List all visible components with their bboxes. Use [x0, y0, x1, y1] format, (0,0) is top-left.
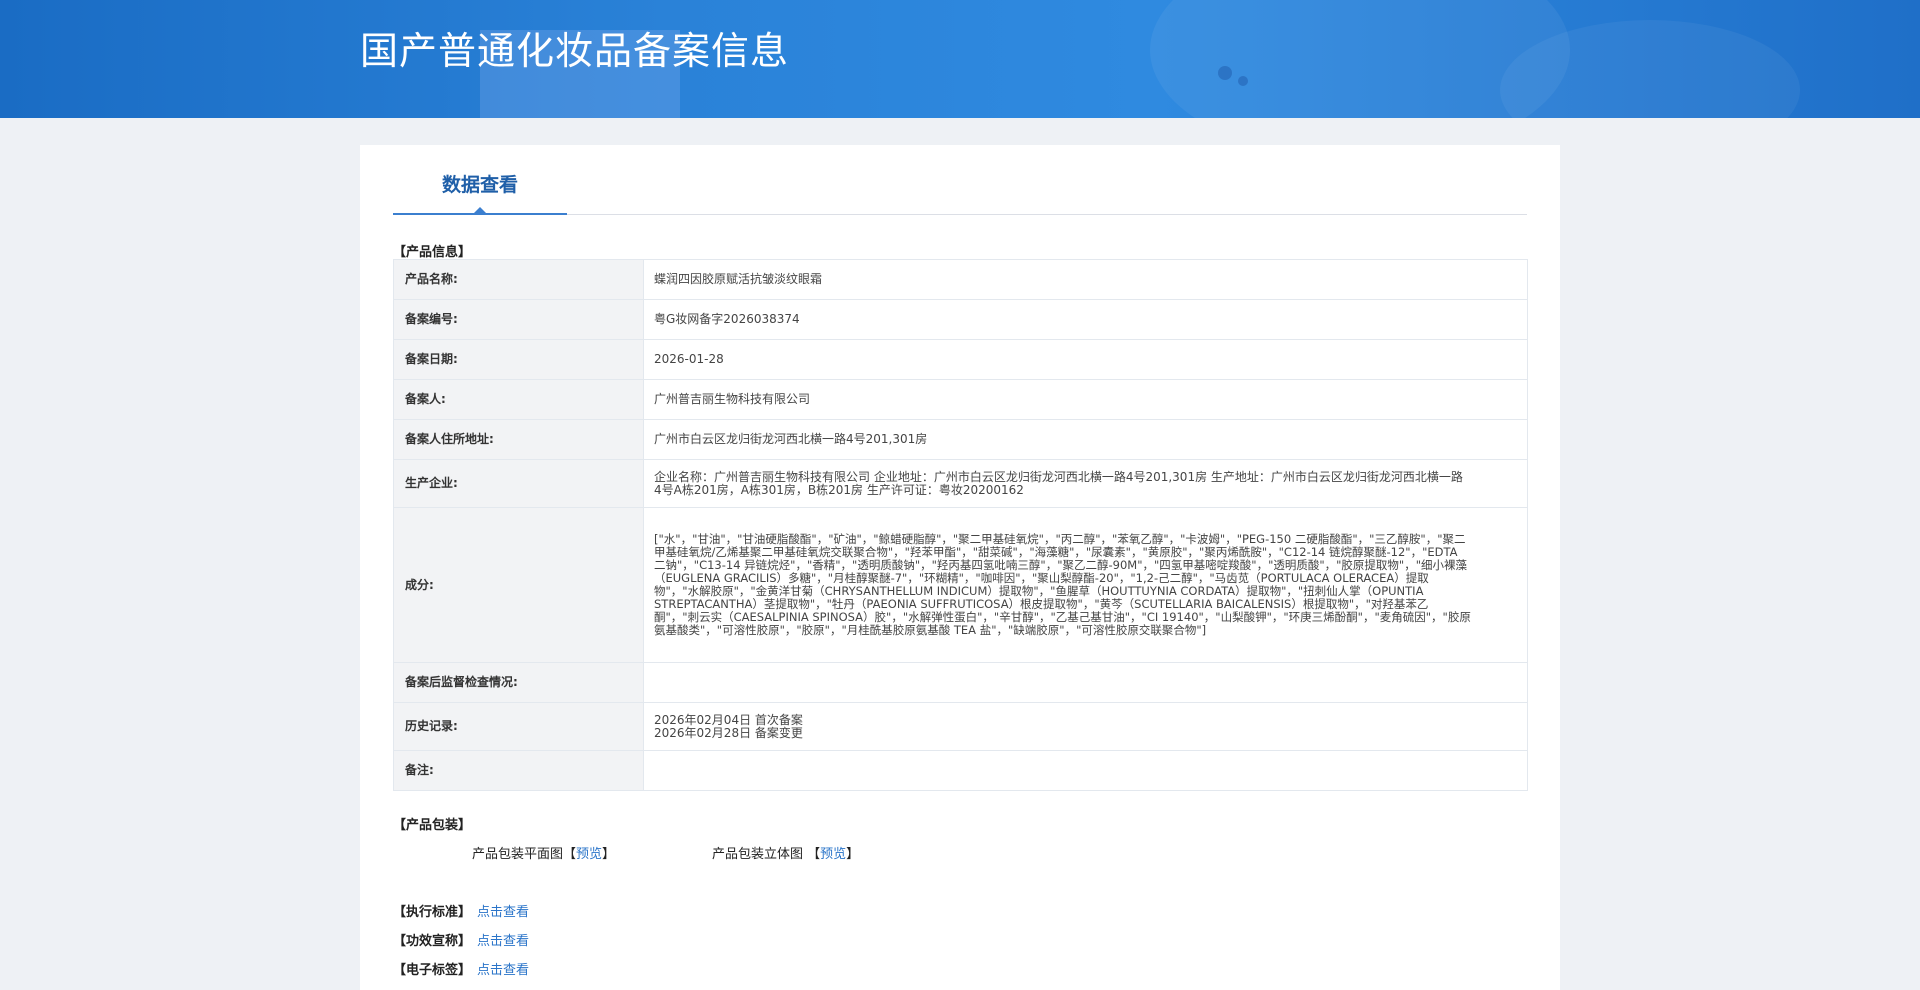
- electronic-label-link[interactable]: 点击查看: [477, 963, 529, 978]
- preview-link[interactable]: 预览: [820, 847, 846, 862]
- row-label: 备注:: [393, 750, 644, 791]
- efficacy-claim-link[interactable]: 点击查看: [477, 934, 529, 949]
- filing-date-value: 2026-01-28: [643, 339, 1528, 380]
- banner-dot: [1218, 66, 1232, 80]
- header-banner: 国产普通化妆品备案信息: [0, 0, 1920, 118]
- execution-standard-row: 【执行标准】 点击查看: [393, 901, 529, 920]
- table-row: 备案人: 广州普吉丽生物科技有限公司: [393, 379, 1528, 420]
- product-name-value: 蝶润四因胶原赋活抗皱淡纹眼霜: [643, 259, 1528, 300]
- page-title: 国产普通化妆品备案信息: [360, 29, 790, 73]
- preview-link[interactable]: 预览: [576, 847, 602, 862]
- table-row: 备注:: [393, 750, 1528, 791]
- row-label: 备案后监督检查情况:: [393, 662, 644, 703]
- table-row: 备案人住所地址: 广州市白云区龙归街龙河西北横一路4号201,301房: [393, 419, 1528, 460]
- row-label: 历史记录:: [393, 702, 644, 751]
- filer-address-value: 广州市白云区龙归街龙河西北横一路4号201,301房: [643, 419, 1528, 460]
- row-label: 备案编号:: [393, 299, 644, 340]
- execution-standard-link[interactable]: 点击查看: [477, 905, 529, 920]
- packaging-label: 产品包装平面图: [472, 847, 564, 862]
- table-row: 备案后监督检查情况:: [393, 662, 1528, 703]
- packaging-label: 产品包装立体图: [712, 847, 804, 862]
- efficacy-claim-row: 【功效宣称】 点击查看: [393, 930, 529, 949]
- product-info-table: 产品名称: 蝶润四因胶原赋活抗皱淡纹眼霜 备案编号: 粤G妆网备字2026038…: [393, 259, 1528, 791]
- electronic-label-label: 【电子标签】: [393, 963, 472, 978]
- row-label: 备案日期:: [393, 339, 644, 380]
- table-row: 备案日期: 2026-01-28: [393, 339, 1528, 380]
- table-row: 备案编号: 粤G妆网备字2026038374: [393, 299, 1528, 340]
- tab-bar: 数据查看: [393, 165, 1527, 215]
- packaging-item: 产品包装平面图【预览】: [472, 847, 616, 862]
- inspection-value: [643, 662, 1528, 703]
- remarks-value: [643, 750, 1528, 791]
- tab-label: 数据查看: [441, 174, 518, 196]
- packaging-heading: 【产品包装】: [393, 818, 472, 833]
- history-value: 2026年02月04日 首次备案 2026年02月28日 备案变更: [643, 702, 1528, 751]
- table-row: 成分: ["水"，"甘油"，"甘油硬脂酸酯"，"矿油"，"鲸蜡硬脂醇"，"聚二甲…: [393, 507, 1528, 663]
- filer-value: 广州普吉丽生物科技有限公司: [643, 379, 1528, 420]
- ingredients-value: ["水"，"甘油"，"甘油硬脂酸酯"，"矿油"，"鲸蜡硬脂醇"，"聚二甲基硅氧烷…: [643, 507, 1528, 663]
- row-label: 备案人:: [393, 379, 644, 420]
- caret-up-icon: [473, 207, 487, 214]
- row-label: 备案人住所地址:: [393, 419, 644, 460]
- history-entry: 2026年02月04日 首次备案: [654, 712, 803, 727]
- packaging-item: 产品包装立体图 【预览】: [712, 847, 860, 862]
- electronic-label-row: 【电子标签】 点击查看: [393, 959, 529, 978]
- table-row: 历史记录: 2026年02月04日 首次备案 2026年02月28日 备案变更: [393, 702, 1528, 751]
- main-panel: 数据查看 【产品信息】 产品名称: 蝶润四因胶原赋活抗皱淡纹眼霜 备案编号: 粤…: [360, 145, 1560, 990]
- manufacturer-value: 企业名称：广州普吉丽生物科技有限公司 企业地址：广州市白云区龙归街龙河西北横一路…: [643, 459, 1528, 508]
- row-label: 成分:: [393, 507, 644, 663]
- efficacy-claim-label: 【功效宣称】: [393, 934, 472, 949]
- tab-data-view[interactable]: 数据查看: [393, 165, 567, 215]
- row-label: 产品名称:: [393, 259, 644, 300]
- row-label: 生产企业:: [393, 459, 644, 508]
- product-info-heading: 【产品信息】: [393, 245, 472, 260]
- execution-standard-label: 【执行标准】: [393, 905, 472, 920]
- filing-number-value: 粤G妆网备字2026038374: [643, 299, 1528, 340]
- table-row: 生产企业: 企业名称：广州普吉丽生物科技有限公司 企业地址：广州市白云区龙归街龙…: [393, 459, 1528, 508]
- history-entry: 2026年02月28日 备案变更: [654, 725, 803, 740]
- banner-dot: [1238, 76, 1248, 86]
- table-row: 产品名称: 蝶润四因胶原赋活抗皱淡纹眼霜: [393, 259, 1528, 300]
